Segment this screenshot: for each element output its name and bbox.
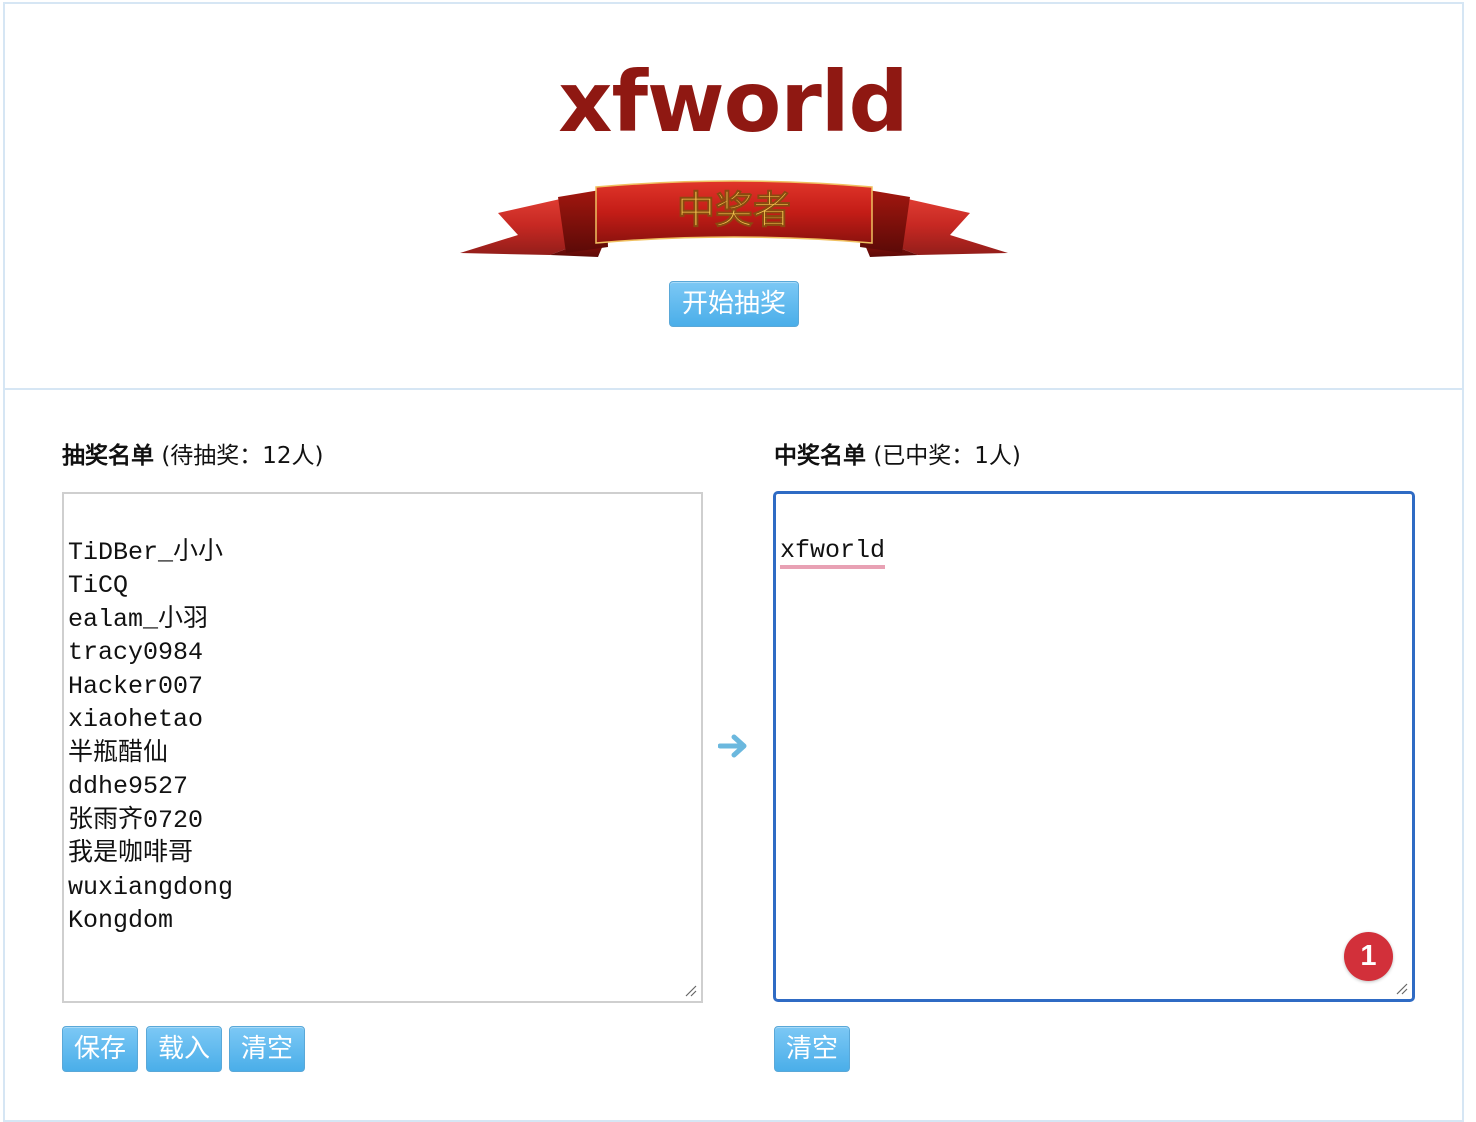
candidate-name: 张雨齐0720 [68,805,204,835]
banner-text: 中奖者 [677,188,791,232]
current-winner-name: xfworld [558,53,908,151]
candidate-name: 半瓶醋仙 [68,738,169,768]
arrow-right-icon [718,734,747,758]
candidate-name: TiCQ [68,571,129,600]
winner-list-label: 中奖名单 (已中奖：1人) [774,436,1021,470]
load-button[interactable]: 载入 [146,1026,222,1072]
candidate-count: (待抽奖：12人) [161,443,324,469]
candidate-list-label: 抽奖名单 (待抽奖：12人) [62,436,324,470]
clear-candidates-button[interactable]: 清空 [229,1026,305,1072]
candidate-name: xiaohetao [68,705,204,734]
candidate-name: ealam_小羽 [68,604,209,634]
winner-name: xfworld [780,536,886,569]
winner-list-title: 中奖名单 [774,443,866,469]
winner-banner-ribbon: 中奖者 [460,180,1008,257]
candidate-name: Hacker007 [68,671,204,701]
save-button[interactable]: 保存 [62,1026,138,1072]
candidate-name: 我是咖啡哥 [68,839,194,868]
candidate-name: TiDBer_小小 [68,537,224,567]
notification-badge: 1 [1344,932,1393,981]
clear-winners-button[interactable]: 清空 [774,1026,850,1072]
resize-grip-icon[interactable] [683,983,697,997]
section-divider [3,388,1464,390]
start-draw-button[interactable]: 开始抽奖 [669,281,799,327]
winner-count: (已中奖：1人) [873,443,1021,469]
candidate-name: wuxiangdong [68,872,234,902]
resize-grip-icon[interactable] [1394,981,1408,995]
candidate-name: Kongdom [68,906,174,935]
candidate-list-textarea[interactable]: TiDBer_小小 TiCQ ealam_小羽 tracy0984 Hacker007 x… [62,492,703,1003]
candidate-list-title: 抽奖名单 [62,443,154,469]
winner-list-textarea[interactable]: xfworld [773,491,1415,1002]
candidate-name: tracy0984 [68,638,204,667]
candidate-name: ddhe9527 [68,772,189,801]
